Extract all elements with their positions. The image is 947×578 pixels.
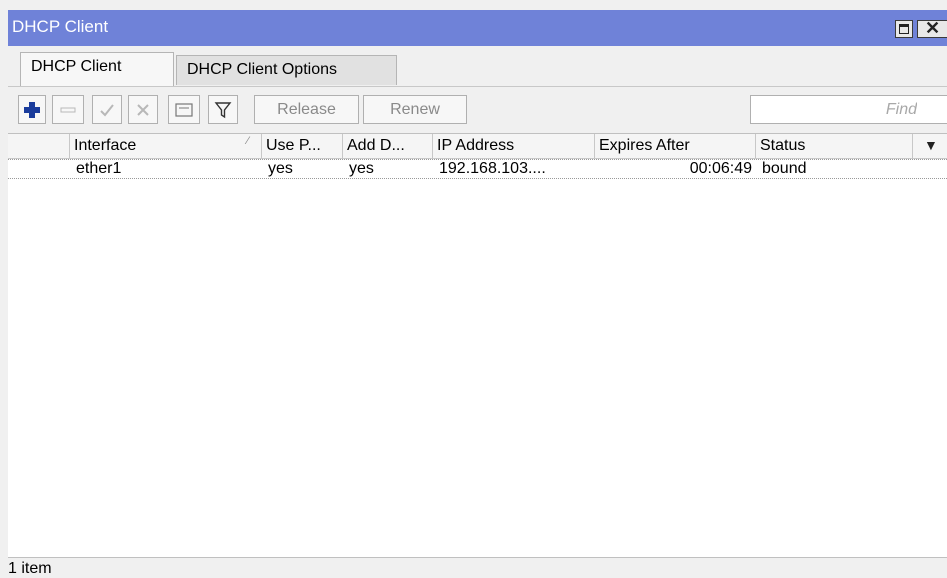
client-table: Interface ⁄ Use P... Add D... IP Address… [8, 133, 947, 558]
window-titlebar: DHCP Client ✕ [8, 10, 947, 46]
find-input[interactable] [751, 96, 947, 123]
column-header-add-default[interactable]: Add D... [343, 134, 433, 158]
cell-expires-after: 00:06:49 [689, 160, 752, 177]
header-spacer [8, 134, 70, 158]
filter-button[interactable] [208, 95, 238, 124]
column-header-use-peer[interactable]: Use P... [262, 134, 343, 158]
cell-interface: ether1 [76, 160, 122, 177]
column-header-status[interactable]: Status [756, 134, 913, 158]
find-box [750, 95, 947, 124]
close-icon: ✕ [925, 18, 941, 38]
cell-add-default: yes [349, 160, 374, 177]
check-icon [100, 103, 114, 116]
release-button[interactable]: Release [254, 95, 359, 124]
renew-button[interactable]: Renew [363, 95, 467, 124]
cross-icon [137, 103, 149, 116]
remove-button[interactable] [52, 95, 84, 124]
tab-dhcp-client-options[interactable]: DHCP Client Options [176, 55, 397, 85]
column-header-ip-address[interactable]: IP Address [433, 134, 595, 158]
cell-use-peer: yes [268, 160, 293, 177]
plus-icon [24, 101, 40, 118]
table-row[interactable]: ether1 yes yes 192.168.103.... 00:06:49 … [8, 159, 947, 179]
column-header-expires-after[interactable]: Expires After [595, 134, 756, 158]
minus-icon [60, 107, 76, 112]
disable-button[interactable] [128, 95, 158, 124]
cell-ip-address: 192.168.103.... [439, 160, 546, 177]
chevron-down-icon: ▼ [924, 137, 938, 153]
close-button[interactable]: ✕ [917, 18, 947, 38]
add-button[interactable] [18, 95, 46, 124]
filter-icon [214, 101, 232, 118]
sort-icon: ⁄ [247, 135, 249, 147]
column-header-interface[interactable]: Interface [70, 134, 262, 158]
window-title: DHCP Client [12, 17, 109, 36]
tab-divider [8, 86, 947, 87]
enable-button[interactable] [92, 95, 122, 124]
window-body: DHCP Client Options DHCP Client Release … [8, 46, 947, 578]
tab-dhcp-client[interactable]: DHCP Client [20, 52, 174, 86]
tab-bar: DHCP Client Options DHCP Client [8, 46, 947, 88]
comment-button[interactable] [168, 95, 200, 124]
toolbar: Release Renew [8, 88, 947, 130]
comment-icon [175, 102, 193, 117]
cell-status: bound [762, 160, 807, 177]
maximize-button[interactable] [895, 20, 913, 38]
table-header: Interface ⁄ Use P... Add D... IP Address… [8, 134, 947, 159]
status-bar: 1 item [8, 557, 947, 578]
item-count: 1 item [8, 560, 52, 577]
